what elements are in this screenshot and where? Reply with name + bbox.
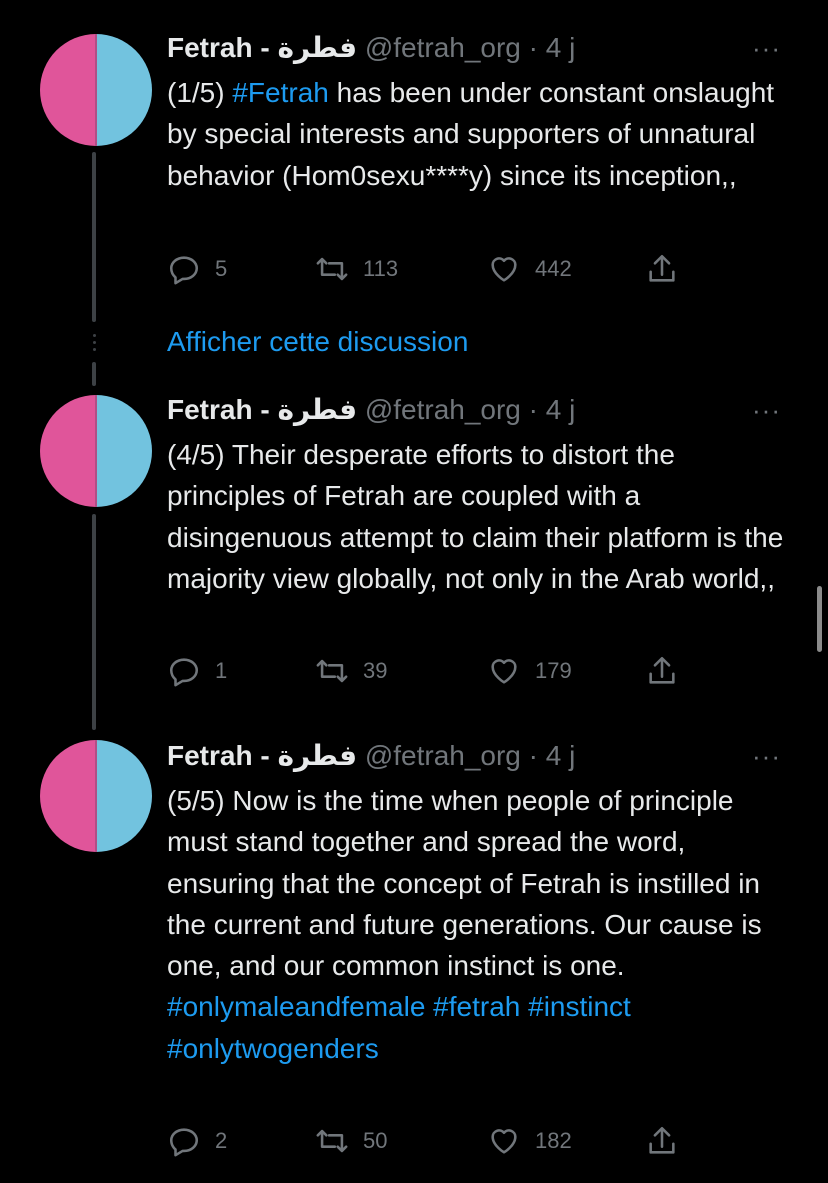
share-icon	[649, 656, 675, 684]
reply-button[interactable]: 2	[167, 1124, 227, 1158]
timestamp[interactable]: · 4 j	[529, 740, 576, 771]
author-handle[interactable]: @fetrah_org	[365, 32, 521, 63]
retweet-icon	[316, 257, 348, 281]
reply-count: 2	[215, 1128, 228, 1153]
tweet-actions: 2 50 182	[167, 1124, 687, 1164]
retweet-icon	[316, 659, 348, 683]
author-name[interactable]: Fetrah - فطرة	[167, 394, 357, 425]
like-icon	[491, 1129, 517, 1154]
retweet-count: 39	[363, 658, 388, 683]
avatar[interactable]	[40, 395, 152, 507]
scrollbar[interactable]	[817, 586, 822, 652]
hashtag-links[interactable]: #onlymaleandfemale #fetrah #instinct	[167, 991, 631, 1022]
like-button[interactable]: 182	[487, 1124, 572, 1158]
author-handle[interactable]: @fetrah_org	[365, 394, 521, 425]
thread-line	[92, 152, 96, 322]
reply-icon	[169, 658, 199, 687]
like-icon	[491, 659, 517, 684]
hashtag-link[interactable]: #onlytwogenders	[167, 1033, 379, 1064]
tweet-actions: 1 39 179	[167, 654, 687, 694]
reply-button[interactable]: 5	[167, 252, 227, 286]
retweet-icon	[316, 1129, 348, 1153]
avatar[interactable]	[40, 34, 152, 146]
tweet-text: (1/5) #Fetrah has been under constant on…	[167, 77, 782, 191]
more-icon[interactable]: ···	[752, 743, 781, 769]
reply-count: 1	[215, 658, 228, 683]
like-count: 442	[535, 256, 572, 281]
share-button[interactable]	[645, 1124, 679, 1158]
reply-button[interactable]: 1	[167, 654, 227, 688]
timestamp[interactable]: · 4 j	[529, 394, 576, 425]
share-icon	[649, 1126, 675, 1154]
reply-count: 5	[215, 256, 228, 281]
reply-icon	[169, 1128, 199, 1157]
retweet-button[interactable]: 50	[315, 1124, 387, 1158]
share-icon	[649, 254, 675, 282]
tweet-actions: 5 113 442	[167, 252, 687, 292]
retweet-count: 113	[363, 256, 399, 281]
share-button[interactable]	[645, 654, 679, 688]
retweet-button[interactable]: 39	[315, 654, 387, 688]
thread-line	[92, 514, 96, 730]
like-icon	[491, 257, 517, 282]
avatar[interactable]	[40, 740, 152, 852]
retweet-count: 50	[363, 1128, 388, 1153]
like-button[interactable]: 442	[487, 252, 572, 286]
thread-gap	[92, 330, 96, 355]
show-thread-link[interactable]: Afficher cette discussion	[167, 326, 468, 358]
share-button[interactable]	[645, 252, 679, 286]
reply-icon	[169, 256, 199, 285]
author-handle[interactable]: @fetrah_org	[365, 740, 521, 771]
timestamp[interactable]: · 4 j	[529, 32, 576, 63]
hashtag-link[interactable]: #Fetrah	[232, 77, 329, 108]
tweet-text: (5/5) Now is the time when people of pri…	[167, 785, 770, 1064]
like-button[interactable]: 179	[487, 654, 572, 688]
tweet-header: Fetrah - فطرة @fetrah_org · 4 j	[167, 738, 575, 774]
like-count: 182	[535, 1128, 572, 1153]
like-count: 179	[535, 658, 572, 683]
tweet-header: Fetrah - فطرة @fetrah_org · 4 j	[167, 30, 575, 66]
author-name[interactable]: Fetrah - فطرة	[167, 32, 357, 63]
more-icon[interactable]: ···	[752, 35, 781, 61]
thread-line	[92, 362, 96, 386]
tweet-text: (4/5) Their desperate efforts to distort…	[167, 439, 792, 594]
retweet-button[interactable]: 113	[315, 252, 398, 286]
author-name[interactable]: Fetrah - فطرة	[167, 740, 357, 771]
tweet-header: Fetrah - فطرة @fetrah_org · 4 j	[167, 392, 575, 428]
more-icon[interactable]: ···	[752, 397, 781, 423]
